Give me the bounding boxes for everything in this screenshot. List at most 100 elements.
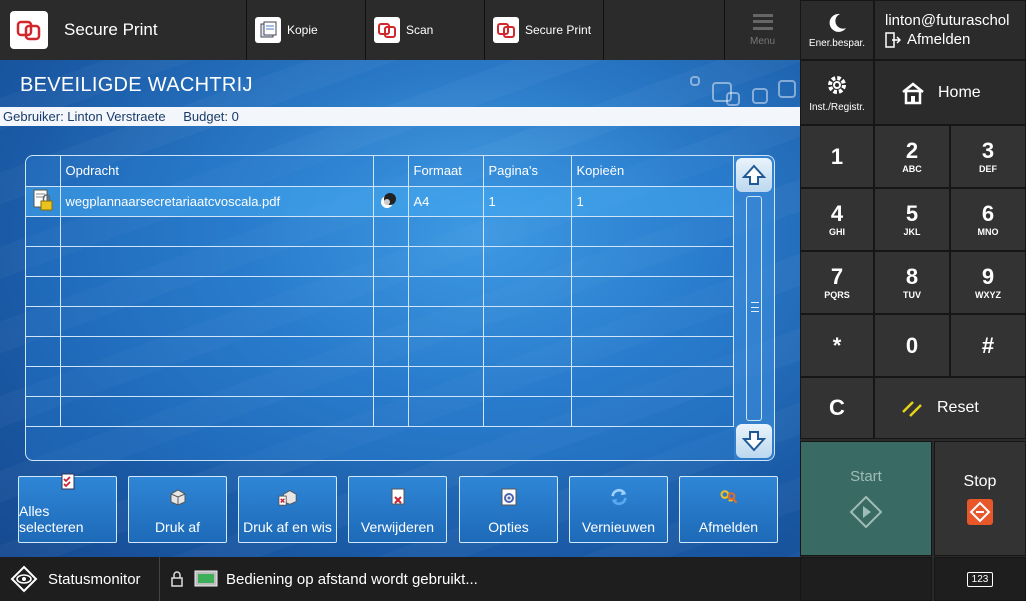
app-button-secure-print[interactable]: Secure Print — [485, 0, 604, 60]
job-copies-cell: 1 — [571, 186, 734, 217]
table-row[interactable] — [26, 396, 734, 427]
empty-cell — [60, 336, 374, 367]
keypad-key[interactable]: 2 ABC — [874, 125, 950, 188]
logout-action-button[interactable]: Afmelden — [679, 476, 778, 543]
counter-button[interactable]: 123 — [934, 557, 1026, 601]
empty-cell — [483, 306, 572, 337]
keypad-key[interactable]: 6 MNO — [950, 188, 1026, 251]
clear-key[interactable]: C — [800, 377, 874, 439]
menu-button[interactable]: Menu — [725, 0, 800, 60]
scroll-grip-icon[interactable] — [751, 302, 759, 312]
secure-print-logo-icon — [10, 11, 48, 49]
status-monitor-icon — [10, 565, 38, 593]
button-label: Verwijderen — [360, 519, 435, 535]
settings-button[interactable]: Inst./Registr. — [800, 60, 874, 125]
table-row[interactable] — [26, 216, 734, 247]
key-letters: TUV — [903, 289, 921, 300]
user-info-bar: Gebruiker: Linton Verstraete Budget: 0 — [0, 107, 800, 126]
empty-cell — [26, 396, 61, 427]
logout-link[interactable]: Afmelden — [885, 31, 970, 48]
home-icon — [902, 81, 924, 104]
refresh-button[interactable]: Vernieuwen — [569, 476, 668, 543]
button-label: Opties — [488, 519, 529, 535]
empty-cell — [26, 306, 61, 337]
table-row[interactable] — [26, 276, 734, 307]
app-button-label: Kopie — [287, 23, 318, 37]
scroll-down-button[interactable] — [736, 424, 772, 458]
key-number: 5 — [905, 200, 919, 226]
clear-label: C — [829, 395, 845, 420]
keypad-key[interactable]: 4 GHI — [800, 188, 874, 251]
reset-button[interactable]: Reset — [874, 377, 1026, 439]
page-header: BEVEILIGDE WACHTRIJ — [0, 60, 800, 107]
arrow-up-icon — [741, 164, 767, 185]
empty-cell — [483, 336, 572, 367]
user-email: linton@futuraschol — [885, 12, 1010, 29]
job-name-cell: wegplannaarsecretariaatcvoscala.pdf — [60, 186, 374, 217]
empty-cell — [60, 306, 374, 337]
app-button-scan[interactable]: Scan — [366, 0, 485, 60]
table-row[interactable] — [26, 336, 734, 367]
empty-cell — [408, 336, 484, 367]
column-header-icon — [26, 156, 61, 187]
status-message: Bediening op afstand wordt gebruikt... — [160, 569, 478, 589]
menu-icon — [752, 13, 773, 30]
print-button[interactable]: Druk af — [128, 476, 227, 543]
empty-cell — [408, 366, 484, 397]
status-monitor-button[interactable]: Statusmonitor — [0, 557, 160, 601]
energy-saver-button[interactable]: Ener.bespar. — [800, 0, 874, 60]
delete-button[interactable]: Verwijderen — [348, 476, 447, 543]
column-header-formaat[interactable]: Formaat — [408, 156, 484, 187]
moon-icon — [829, 13, 846, 32]
table-row[interactable]: wegplannaarsecretariaatcvoscala.pdf A4 1… — [26, 186, 734, 217]
home-button[interactable]: Home — [874, 60, 1026, 125]
empty-cell — [483, 366, 572, 397]
scroll-up-button[interactable] — [736, 158, 772, 192]
print-and-delete-button[interactable]: Druk af en wis — [238, 476, 337, 543]
keypad-key[interactable]: 9 WXYZ — [950, 251, 1026, 314]
key-number: 6 — [981, 200, 995, 226]
stop-button[interactable]: Stop — [934, 441, 1026, 556]
counter-icon: 123 — [966, 571, 994, 587]
keypad-key[interactable]: 5 JKL — [874, 188, 950, 251]
refresh-icon — [609, 487, 629, 507]
delete-icon — [388, 487, 408, 507]
empty-cell — [26, 216, 61, 247]
keypad-key[interactable]: 1 — [800, 125, 874, 188]
table-scrollbar[interactable] — [734, 156, 774, 460]
empty-cell — [60, 396, 374, 427]
column-header-paginas[interactable]: Pagina's — [483, 156, 572, 187]
keypad-key[interactable]: 3 DEF — [950, 125, 1026, 188]
scroll-track[interactable] — [746, 196, 762, 421]
empty-cell — [373, 216, 409, 247]
keypad-key[interactable]: 7 PQRS — [800, 251, 874, 314]
empty-cell — [373, 366, 409, 397]
page-title: BEVEILIGDE WACHTRIJ — [20, 74, 253, 96]
logout-label: Afmelden — [907, 31, 971, 48]
empty-cell — [60, 276, 374, 307]
keypad-key[interactable]: * — [800, 314, 874, 377]
key-number: 4 — [830, 200, 844, 226]
copy-icon — [255, 17, 281, 43]
empty-cell — [483, 216, 572, 247]
keypad-key[interactable]: 8 TUV — [874, 251, 950, 314]
options-button[interactable]: Opties — [459, 476, 558, 543]
button-label: Druk af — [154, 519, 201, 535]
table-row[interactable] — [26, 306, 734, 337]
column-header-opdracht[interactable]: Opdracht — [60, 156, 374, 187]
column-header-kopieen[interactable]: Kopieën — [571, 156, 734, 187]
empty-cell — [571, 306, 734, 337]
select-all-button[interactable]: Alles selecteren — [18, 473, 117, 543]
start-button[interactable]: Start — [800, 441, 932, 556]
app-button-kopie[interactable]: Kopie — [247, 0, 366, 60]
keypad-key[interactable]: # — [950, 314, 1026, 377]
table-row[interactable] — [26, 366, 734, 397]
locked-document-icon — [33, 189, 53, 210]
keypad-key[interactable]: 0 — [874, 314, 950, 377]
panel-blank-area — [800, 557, 932, 601]
empty-cell — [483, 396, 572, 427]
table-row[interactable] — [26, 246, 734, 277]
empty-cell — [26, 246, 61, 277]
user-account-area: linton@futuraschol Afmelden — [874, 0, 1026, 60]
control-panel: Ener.bespar. linton@futuraschol Afmelden… — [800, 0, 1026, 601]
